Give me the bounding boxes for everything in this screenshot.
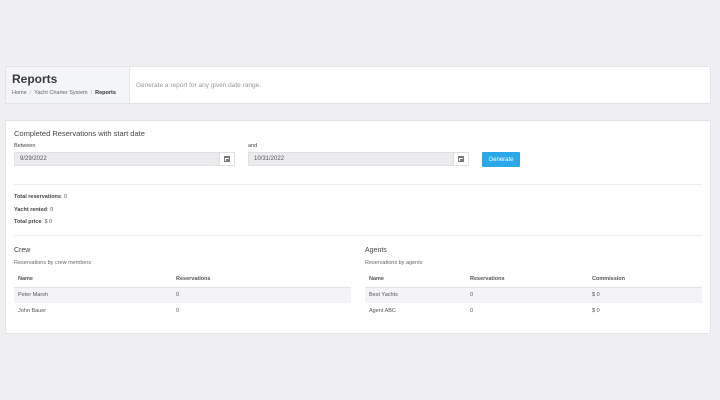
agent-name-cell: Agent ABC xyxy=(365,303,466,319)
divider xyxy=(14,184,702,185)
agent-reservations-cell: 0 xyxy=(466,287,588,303)
yacht-rented-label: Yacht rented xyxy=(14,207,48,213)
breadcrumb-separator: / xyxy=(90,90,93,96)
between-label: Between xyxy=(14,143,36,149)
page-title: Reports xyxy=(12,72,58,86)
page-header: Reports Home / Yacht Charter System / Report… xyxy=(5,66,711,104)
yacht-rented-stat: Yacht rented: 0 xyxy=(14,207,53,213)
agents-subtitle: Reservations by agents xyxy=(365,260,423,266)
breadcrumb-current: Reports xyxy=(95,90,116,96)
agent-commission-cell: $ 0 xyxy=(588,287,702,303)
crew-name-cell: Peter Marsh xyxy=(14,287,172,303)
table-row: Peter Marsh 0 xyxy=(14,287,351,303)
table-row: Agent ABC 0 $ 0 xyxy=(365,303,702,319)
total-reservations-stat: Total reservations: 0 xyxy=(14,194,67,200)
and-label: and xyxy=(248,143,258,149)
crew-table: Name Reservations Peter Marsh 0 John Bau… xyxy=(14,272,351,319)
section-title: Completed Reservations with start date xyxy=(14,129,145,138)
crew-name-cell: John Bauer xyxy=(14,303,172,319)
header-title-box: Reports Home / Yacht Charter System / Report… xyxy=(6,67,130,103)
total-price-stat: Total price: $ 0 xyxy=(14,219,52,225)
table-header-row: Name Reservations xyxy=(14,272,351,288)
agent-name-cell: Best Yachts xyxy=(365,287,466,303)
start-date-input[interactable]: 9/29/2022 xyxy=(14,152,220,166)
column-header-reservations: Reservations xyxy=(172,272,351,288)
agent-commission-cell: $ 0 xyxy=(588,303,702,319)
agents-table: Name Reservations Commission Best Yachts… xyxy=(365,272,702,319)
start-date-calendar-button[interactable] xyxy=(219,152,235,166)
agents-title: Agents xyxy=(365,247,387,254)
column-header-commission: Commission xyxy=(588,272,702,288)
end-date-input[interactable]: 10/31/2022 xyxy=(248,152,454,166)
table-row: John Bauer 0 xyxy=(14,303,351,319)
crew-subtitle: Reservations by crew members xyxy=(14,260,92,266)
breadcrumb-separator: / xyxy=(29,90,32,96)
crew-title: Crew xyxy=(14,247,31,254)
page-description: Generate a report for any given date ran… xyxy=(136,82,262,89)
total-reservations-value: : 0 xyxy=(60,194,68,200)
breadcrumb-yacht-charter-system[interactable]: Yacht Charter System xyxy=(34,90,87,96)
end-date-calendar-button[interactable] xyxy=(453,152,469,166)
breadcrumb-home[interactable]: Home xyxy=(12,90,27,96)
calendar-icon xyxy=(224,156,230,162)
column-header-name: Name xyxy=(365,272,466,288)
table-header-row: Name Reservations Commission xyxy=(365,272,702,288)
total-price-value: : $ 0 xyxy=(41,219,53,225)
report-card: Completed Reservations with start date B… xyxy=(5,120,711,334)
crew-reservations-cell: 0 xyxy=(172,303,351,319)
total-reservations-label: Total reservations xyxy=(14,194,61,200)
breadcrumb: Home / Yacht Charter System / Reports xyxy=(12,90,129,96)
table-row: Best Yachts 0 $ 0 xyxy=(365,287,702,303)
total-price-label: Total price xyxy=(14,219,42,225)
crew-reservations-cell: 0 xyxy=(172,287,351,303)
column-header-reservations: Reservations xyxy=(466,272,588,288)
yacht-rented-value: : 0 xyxy=(47,207,54,213)
divider xyxy=(14,235,702,236)
column-header-name: Name xyxy=(14,272,172,288)
generate-button[interactable]: Generate xyxy=(482,152,520,167)
calendar-icon xyxy=(458,156,464,162)
agent-reservations-cell: 0 xyxy=(466,303,588,319)
